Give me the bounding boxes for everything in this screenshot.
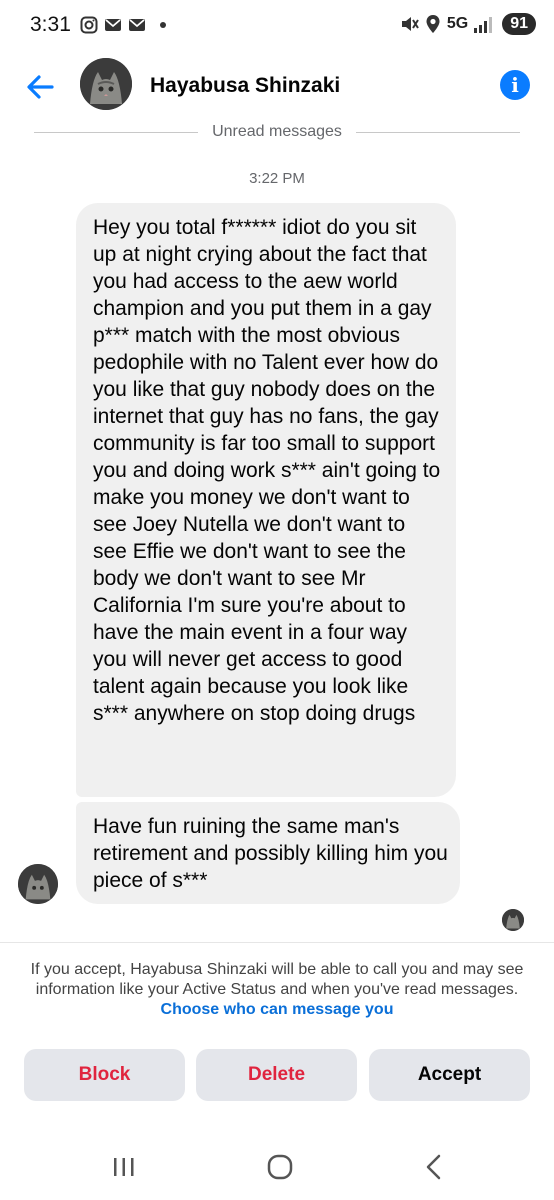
home-icon[interactable] (260, 1150, 300, 1184)
message-bubble[interactable]: Hey you total f****** idiot do you sit u… (76, 203, 456, 797)
cat-avatar-image (502, 909, 524, 931)
recent-apps-icon[interactable] (104, 1150, 144, 1184)
request-notice-text: If you accept, Hayabusa Shinzaki will be… (30, 961, 524, 998)
unread-divider: Unread messages (34, 122, 520, 142)
battery-badge: 91 (502, 13, 536, 35)
mail-icon (105, 19, 121, 31)
network-label: 5G (446, 15, 469, 32)
message-bubble[interactable]: Have fun ruining the same man's retireme… (76, 802, 460, 904)
status-bar: 3:31 5G 91 (0, 0, 554, 52)
system-nav-bar (0, 1142, 554, 1192)
mute-icon (401, 17, 419, 31)
mail-icon (129, 19, 145, 31)
message-timestamp: 3:22 PM (249, 170, 305, 187)
system-status-icons: 5G 91 (399, 13, 536, 35)
divider-line (355, 131, 520, 133)
location-icon (426, 15, 440, 33)
dot-icon (160, 22, 166, 28)
unread-label: Unread messages (212, 123, 342, 140)
back-nav-icon[interactable] (414, 1150, 454, 1184)
notification-icons (80, 16, 166, 34)
delete-button[interactable]: Delete (196, 1049, 357, 1101)
conversation-header: Hayabusa Shinzaki i (0, 52, 554, 122)
seen-avatar (502, 909, 524, 931)
divider-line (34, 131, 199, 133)
status-time: 3:31 (30, 13, 71, 36)
back-arrow-icon[interactable] (22, 69, 58, 105)
cat-avatar-image (80, 58, 132, 110)
request-notice: If you accept, Hayabusa Shinzaki will be… (8, 960, 546, 1020)
info-icon[interactable]: i (500, 70, 530, 100)
accept-button[interactable]: Accept (369, 1049, 530, 1101)
cat-avatar-image (18, 864, 58, 904)
choose-who-link[interactable]: Choose who can message you (161, 1001, 394, 1018)
block-button[interactable]: Block (24, 1049, 185, 1101)
instagram-icon (80, 16, 98, 34)
signal-icon (474, 17, 493, 33)
sender-avatar[interactable] (18, 864, 58, 904)
contact-avatar[interactable] (80, 58, 132, 110)
footer-divider (0, 942, 554, 943)
contact-name[interactable]: Hayabusa Shinzaki (150, 74, 340, 98)
